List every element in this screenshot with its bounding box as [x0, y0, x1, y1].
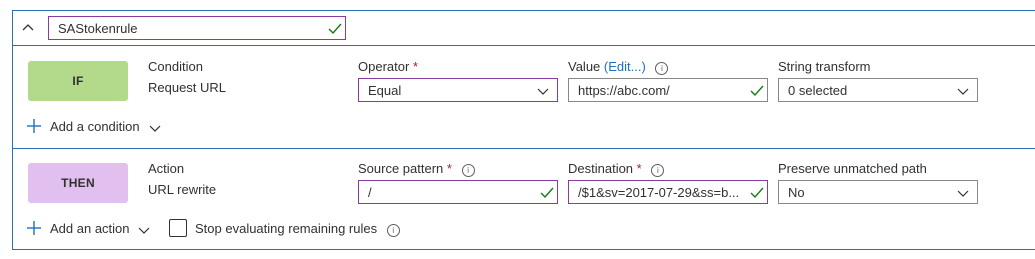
checkmark-icon	[540, 187, 554, 199]
info-icon[interactable]: i	[655, 62, 669, 75]
required-marker: *	[446, 161, 452, 176]
if-badge: IF	[28, 61, 128, 101]
info-icon[interactable]: i	[651, 164, 665, 177]
info-icon[interactable]: i	[386, 224, 400, 237]
condition-action-divider	[13, 148, 1035, 149]
info-icon[interactable]: i	[461, 164, 475, 177]
value-edit-link[interactable]: (Edit...)	[604, 59, 646, 74]
value-label-text: Value	[568, 59, 601, 74]
add-condition-button[interactable]: Add a condition	[50, 119, 140, 134]
stop-evaluating-row: Stop evaluating remaining rules i	[195, 221, 400, 237]
condition-type: Request URL	[148, 80, 227, 95]
preserve-unmatched-label: Preserve unmatched path	[778, 161, 927, 176]
rule-name-input[interactable]: SAStokenrule	[48, 16, 346, 40]
rule-name-value: SAStokenrule	[58, 21, 138, 36]
operator-label: Operator *	[358, 59, 418, 74]
action-type: URL rewrite	[148, 182, 217, 197]
action-label: Action	[148, 161, 185, 176]
destination-label-text: Destination	[568, 161, 634, 176]
string-transform-dropdown[interactable]: 0 selected	[778, 78, 978, 102]
destination-input[interactable]: /$1&sv=2017-07-29&ss=b...	[568, 180, 768, 204]
string-transform-label: String transform	[778, 59, 871, 74]
value-input[interactable]: https://abc.com/	[568, 78, 768, 102]
required-marker: *	[636, 161, 642, 176]
destination-value: /$1&sv=2017-07-29&ss=b...	[578, 185, 740, 200]
source-pattern-input[interactable]: /	[358, 180, 558, 204]
chevron-down-icon	[957, 190, 969, 197]
plus-icon[interactable]	[27, 119, 41, 133]
checkmark-icon	[750, 85, 764, 97]
condition-label: Condition	[148, 59, 203, 74]
checkmark-icon	[750, 187, 764, 199]
string-transform-value: 0 selected	[788, 83, 848, 98]
operator-label-text: Operator	[358, 59, 410, 74]
source-pattern-label-text: Source pattern	[358, 161, 444, 176]
chevron-down-icon	[537, 88, 549, 95]
chevron-down-icon	[957, 88, 969, 95]
required-marker: *	[412, 59, 418, 74]
rule-container	[12, 10, 1035, 250]
chevron-up-icon[interactable]	[20, 19, 36, 35]
chevron-down-icon[interactable]	[138, 224, 150, 236]
value-value: https://abc.com/	[578, 83, 670, 98]
preserve-unmatched-value: No	[788, 185, 805, 200]
operator-dropdown[interactable]: Equal	[358, 78, 558, 102]
plus-icon[interactable]	[27, 221, 41, 235]
operator-value: Equal	[368, 83, 402, 98]
stop-evaluating-checkbox[interactable]	[169, 219, 187, 237]
then-badge: THEN	[28, 163, 128, 203]
rule-header-divider	[13, 45, 1035, 46]
chevron-down-icon[interactable]	[149, 122, 161, 134]
preserve-unmatched-dropdown[interactable]: No	[778, 180, 978, 204]
checkmark-icon	[328, 23, 342, 35]
add-action-button[interactable]: Add an action	[50, 221, 130, 236]
destination-label: Destination * i	[568, 161, 665, 177]
source-pattern-label: Source pattern * i	[358, 161, 475, 177]
source-pattern-value: /	[368, 185, 372, 200]
value-label: Value (Edit...) i	[568, 59, 669, 75]
stop-evaluating-label: Stop evaluating remaining rules	[195, 221, 378, 236]
